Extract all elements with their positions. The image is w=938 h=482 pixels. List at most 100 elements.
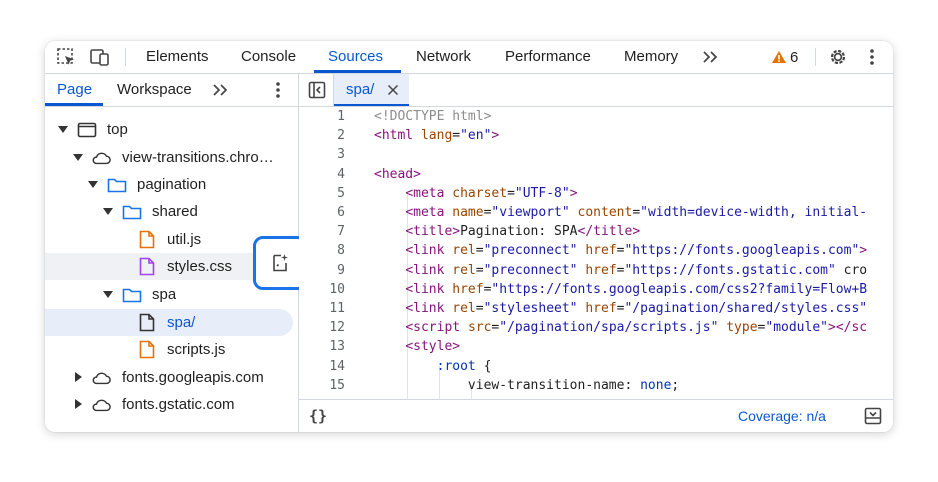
code-line[interactable]: 2 <html lang="en"> xyxy=(299,126,893,145)
tree-item-origin[interactable]: fonts.gstatic.com xyxy=(45,391,298,418)
code-line[interactable]: 9 <link rel="preconnect" href="https://f… xyxy=(299,261,893,280)
line-number[interactable]: 11 xyxy=(299,299,345,318)
tree-item-origin[interactable]: view-transitions.chro… xyxy=(45,144,298,171)
drawer-toggle-icon[interactable] xyxy=(862,406,884,426)
code-editor[interactable]: 1 <!DOCTYPE html> 2 <html lang="en"> 3 4 <head… xyxy=(299,107,893,399)
code-text: <link href="https://fonts.googleapis.com… xyxy=(405,281,868,297)
line-number[interactable]: 1 xyxy=(299,107,345,126)
toolbar-divider xyxy=(125,48,126,66)
toolbar-divider xyxy=(815,48,816,66)
code-line[interactable]: 10 <link href="https://fonts.googleapis.… xyxy=(299,280,893,299)
code-line[interactable]: 1 <!DOCTYPE html> xyxy=(299,107,893,126)
js-file-icon xyxy=(137,340,157,359)
tree-item-folder[interactable]: pagination xyxy=(45,171,298,198)
tab-network[interactable]: Network xyxy=(416,41,471,73)
device-toggle-icon[interactable] xyxy=(89,47,111,67)
kebab-menu-icon[interactable] xyxy=(861,47,883,67)
tree-item-file[interactable]: scripts.js xyxy=(45,336,298,363)
tab-elements[interactable]: Elements xyxy=(146,41,209,73)
collapse-arrow-icon[interactable] xyxy=(73,399,83,409)
expand-arrow-icon[interactable] xyxy=(73,152,83,162)
warning-counter[interactable]: 6 xyxy=(771,47,798,67)
line-number[interactable]: 12 xyxy=(299,318,345,337)
tab-page[interactable]: Page xyxy=(57,74,92,106)
expand-arrow-icon[interactable] xyxy=(58,124,68,134)
cloud-icon xyxy=(91,368,111,387)
tab-workspace[interactable]: Workspace xyxy=(117,74,192,106)
code-line[interactable]: 15 view-transition-name: none; xyxy=(299,376,893,395)
code-text: :root { xyxy=(436,358,492,374)
editor-tab-spa[interactable]: spa/ xyxy=(334,74,409,106)
double-chevron-icon[interactable] xyxy=(699,47,721,67)
gear-icon[interactable] xyxy=(827,47,849,67)
js-file-icon xyxy=(137,230,157,249)
line-number[interactable]: 7 xyxy=(299,222,345,241)
tab-sources[interactable]: Sources xyxy=(328,41,383,73)
tab-memory[interactable]: Memory xyxy=(624,41,678,73)
expand-arrow-icon[interactable] xyxy=(88,179,98,189)
line-number[interactable]: 14 xyxy=(299,357,345,376)
sidebar-toggle-icon[interactable] xyxy=(306,80,328,100)
tree-item-label: scripts.js xyxy=(167,341,226,358)
line-number[interactable]: 2 xyxy=(299,126,345,145)
tree-item-label: shared xyxy=(152,203,198,220)
code-line[interactable]: 8 <link rel="preconnect" href="https://f… xyxy=(299,241,893,260)
frame-icon xyxy=(77,120,97,139)
line-number[interactable]: 9 xyxy=(299,261,345,280)
line-number[interactable]: 8 xyxy=(299,241,345,260)
tree-item-label: top xyxy=(107,121,128,138)
line-number[interactable]: 5 xyxy=(299,184,345,203)
tab-performance[interactable]: Performance xyxy=(505,41,591,73)
pretty-print-button[interactable]: {} xyxy=(309,400,327,432)
navigator-tabbar: Page Workspace xyxy=(45,74,298,107)
close-icon[interactable] xyxy=(387,84,399,96)
collapse-arrow-icon[interactable] xyxy=(73,372,83,382)
inspect-element-icon[interactable] xyxy=(55,47,77,67)
line-number[interactable]: 10 xyxy=(299,280,345,299)
tab-console[interactable]: Console xyxy=(241,41,296,73)
coverage-link[interactable]: Coverage: n/a xyxy=(738,400,826,432)
line-number[interactable]: 6 xyxy=(299,203,345,222)
tree-item-label: pagination xyxy=(137,176,207,193)
kebab-menu-icon[interactable] xyxy=(267,80,289,100)
document-icon xyxy=(137,313,157,332)
tree-item-folder[interactable]: shared xyxy=(45,198,298,225)
code-text: <script src="/pagination/spa/scripts.js"… xyxy=(405,320,868,336)
code-text: <style> xyxy=(405,339,461,355)
new-file-icon xyxy=(273,254,288,272)
code-text: <meta charset="UTF-8"> xyxy=(405,185,578,201)
code-line[interactable]: 11 <link rel="stylesheet" href="/paginat… xyxy=(299,299,893,318)
code-line[interactable]: 7 <title>Pagination: SPA</title> xyxy=(299,222,893,241)
cloud-icon xyxy=(91,395,111,414)
warning-count: 6 xyxy=(790,48,799,66)
line-number[interactable]: 13 xyxy=(299,337,345,356)
tree-item-label: view-transitions.chro… xyxy=(122,149,274,166)
code-text: <head> xyxy=(374,166,421,182)
warning-icon xyxy=(772,51,786,63)
tree-item-file-selected[interactable]: spa/ xyxy=(45,309,293,336)
code-line[interactable]: 13 <style> xyxy=(299,337,893,356)
expand-arrow-icon[interactable] xyxy=(103,289,113,299)
editor-statusbar: {} Coverage: n/a xyxy=(299,399,893,432)
tree-item-label: fonts.googleapis.com xyxy=(122,369,264,386)
main-toolbar: Elements Console Sources Network Perform… xyxy=(45,41,893,74)
double-chevron-icon[interactable] xyxy=(209,80,231,100)
tree-item-origin[interactable]: fonts.googleapis.com xyxy=(45,364,298,391)
folder-icon xyxy=(107,175,127,194)
code-line[interactable]: 14 :root { xyxy=(299,357,893,376)
active-tab-indicator xyxy=(314,70,401,73)
code-line[interactable]: 12 <script src="/pagination/spa/scripts.… xyxy=(299,318,893,337)
line-number[interactable]: 4 xyxy=(299,165,345,184)
expand-arrow-icon[interactable] xyxy=(103,206,113,216)
active-subtab-indicator xyxy=(45,103,103,106)
tree-item-label: spa xyxy=(152,286,177,303)
tree-item-top[interactable]: top xyxy=(45,116,298,143)
tree-item-label: spa/ xyxy=(167,314,196,331)
code-line[interactable]: 5 <meta charset="UTF-8"> xyxy=(299,184,893,203)
line-number[interactable]: 3 xyxy=(299,145,345,164)
code-line[interactable]: 6 <meta name="viewport" content="width=d… xyxy=(299,203,893,222)
tree-item-label: styles.css xyxy=(167,258,233,275)
code-line[interactable]: 4 <head> xyxy=(299,165,893,184)
line-number[interactable]: 15 xyxy=(299,376,345,395)
code-line[interactable]: 3 xyxy=(299,145,893,164)
